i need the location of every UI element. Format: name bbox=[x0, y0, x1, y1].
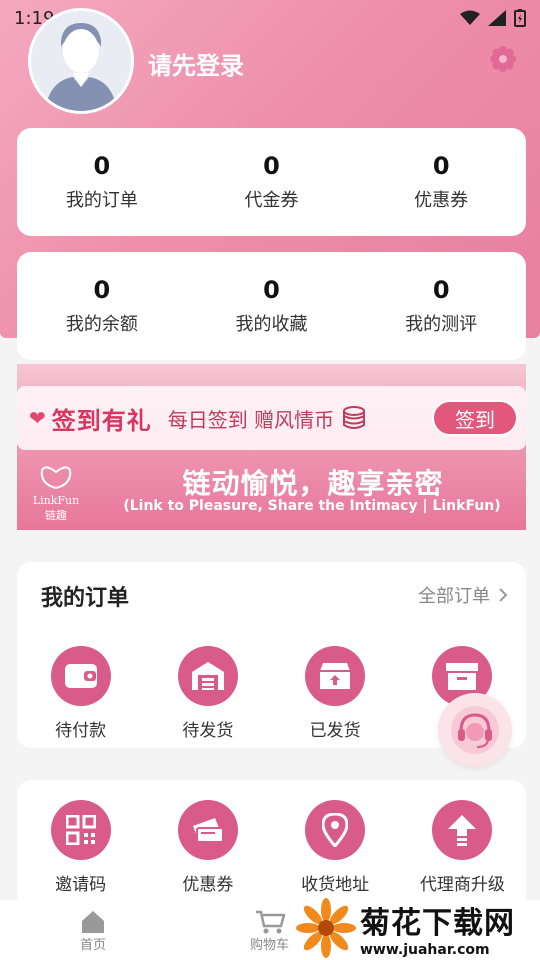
tab-cart-label: 购物车 bbox=[250, 938, 290, 953]
tab-home-label: 首页 bbox=[80, 938, 107, 953]
order-pending-shipment[interactable]: 待发货 bbox=[144, 646, 271, 741]
default-avatar-icon bbox=[31, 11, 131, 111]
upgrade-arrow-icon bbox=[432, 800, 493, 860]
stat-label: 我的测评 bbox=[405, 314, 478, 335]
tab-cart[interactable]: 购物车 bbox=[250, 910, 289, 953]
service-label: 收货地址 bbox=[301, 875, 370, 895]
flower-logo-icon bbox=[296, 898, 356, 958]
checkin-title: 签到有礼 bbox=[51, 406, 152, 435]
stat-value: 0 bbox=[263, 152, 280, 180]
stat-value: 0 bbox=[93, 152, 111, 180]
wallet-icon bbox=[50, 646, 111, 706]
stats-card-bottom: 0 我的余额 0 我的收藏 0 我的测评 bbox=[17, 252, 526, 360]
service-label: 优惠券 bbox=[182, 875, 234, 895]
order-pending-payment[interactable]: 待付款 bbox=[17, 646, 144, 741]
watermark-title: 菊花下载网 bbox=[360, 906, 515, 941]
stat-value: 0 bbox=[93, 276, 111, 304]
qr-code-icon bbox=[50, 800, 111, 860]
signal-icon bbox=[488, 10, 506, 26]
location-icon bbox=[305, 800, 366, 860]
service-agent-upgrade[interactable]: 代理商升级 bbox=[399, 800, 526, 895]
heart-icon: ❤ bbox=[29, 406, 46, 430]
site-watermark: 菊花下载网 www.juahar.com bbox=[296, 896, 540, 960]
brand-name-cn: 链趣 bbox=[45, 509, 67, 522]
customer-service-button[interactable] bbox=[438, 693, 512, 767]
brand-mark-icon bbox=[40, 466, 72, 490]
service-label: 代理商升级 bbox=[419, 875, 505, 895]
shipped-box-icon bbox=[305, 646, 366, 706]
stats-card-top: 0 我的订单 0 代金券 0 优惠券 bbox=[17, 128, 526, 236]
stat-balance[interactable]: 0 我的余额 bbox=[17, 252, 187, 360]
checkin-subtitle: 每日签到 赠风情币 bbox=[167, 407, 335, 432]
coupon-icon bbox=[177, 800, 238, 860]
status-icons bbox=[460, 9, 526, 27]
banner-slogan: 链动愉悦，趣享亲密 bbox=[182, 467, 444, 500]
stat-label: 代金券 bbox=[244, 190, 299, 211]
watermark-text: 菊花下载网 www.juahar.com bbox=[360, 898, 515, 958]
checkin-button[interactable]: 签到 bbox=[432, 400, 518, 436]
stat-favorites[interactable]: 0 我的收藏 bbox=[187, 252, 357, 360]
order-status-label: 待发货 bbox=[182, 721, 234, 741]
service-address[interactable]: 收货地址 bbox=[272, 800, 399, 895]
order-status-label: 已发货 bbox=[309, 721, 361, 741]
checkin-banner[interactable]: ❤ 签到有礼 每日签到 赠风情币 签到 LinkFun 链趣 链动愉悦，趣享亲密… bbox=[17, 364, 526, 530]
warehouse-icon bbox=[177, 646, 238, 706]
stat-label: 我的收藏 bbox=[235, 314, 308, 335]
order-status-label: 待付款 bbox=[55, 721, 107, 741]
service-coupons[interactable]: 优惠券 bbox=[144, 800, 271, 895]
watermark-url: www.juahar.com bbox=[360, 942, 490, 958]
stat-label: 我的订单 bbox=[65, 190, 138, 211]
services-section: 邀请码 优惠券 收货地址 代理商升级 bbox=[17, 780, 526, 910]
coin-stack-icon bbox=[343, 406, 366, 429]
settings-gear-icon[interactable] bbox=[490, 46, 516, 72]
chevron-right-icon bbox=[499, 588, 508, 602]
battery-icon bbox=[514, 9, 526, 27]
service-label: 邀请码 bbox=[55, 875, 107, 895]
service-row: 邀请码 优惠券 收货地址 代理商升级 bbox=[17, 800, 526, 895]
banner-slogan-en: (Link to Pleasure, Share the Intimacy | … bbox=[123, 498, 501, 514]
stat-label: 我的余额 bbox=[65, 314, 138, 335]
all-orders-link[interactable]: 全部订单 bbox=[418, 582, 508, 608]
stat-value: 0 bbox=[432, 152, 450, 180]
brand-name-en: LinkFun bbox=[32, 494, 80, 507]
stat-vouchers[interactable]: 0 代金券 bbox=[187, 128, 357, 236]
checkin-strip: ❤ 签到有礼 每日签到 赠风情币 签到 bbox=[17, 386, 526, 450]
stat-value: 0 bbox=[263, 276, 280, 304]
avatar[interactable] bbox=[28, 8, 134, 114]
wifi-icon bbox=[460, 10, 480, 25]
cart-icon bbox=[255, 910, 285, 934]
stat-orders[interactable]: 0 我的订单 bbox=[17, 128, 187, 236]
all-orders-label: 全部订单 bbox=[418, 586, 490, 607]
service-invite-code[interactable]: 邀请码 bbox=[17, 800, 144, 895]
stat-value: 0 bbox=[432, 276, 450, 304]
stat-label: 优惠券 bbox=[414, 190, 469, 211]
orders-title: 我的订单 bbox=[41, 586, 130, 611]
brand-logo: LinkFun 链趣 bbox=[25, 462, 87, 523]
stat-reviews[interactable]: 0 我的测评 bbox=[356, 252, 526, 360]
stat-coupons[interactable]: 0 优惠券 bbox=[356, 128, 526, 236]
tab-home[interactable]: 首页 bbox=[80, 910, 106, 953]
headset-icon bbox=[451, 706, 499, 754]
home-icon bbox=[82, 911, 104, 933]
order-shipped[interactable]: 已发货 bbox=[272, 646, 399, 741]
login-prompt[interactable]: 请先登录 bbox=[148, 46, 244, 81]
